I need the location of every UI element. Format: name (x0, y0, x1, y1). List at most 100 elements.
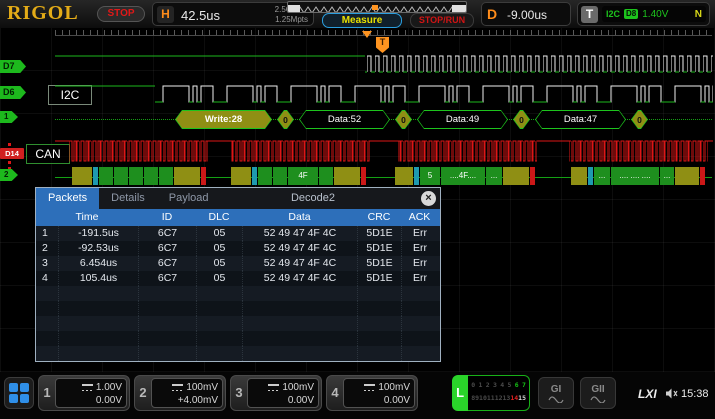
close-icon[interactable]: × (421, 191, 436, 206)
packet-row-1[interactable]: 1-191.5us6C70552 49 47 4F 4C5D1EErr (36, 226, 440, 241)
i2c-segment-ack: 0 (631, 110, 648, 129)
waveform-overview-strip[interactable] (287, 1, 467, 13)
tab-packets[interactable]: Packets (36, 188, 99, 209)
delay-settings: D -9.00us (481, 2, 571, 26)
dc-coupling-icon (268, 384, 279, 391)
la-digit-10: 10 (479, 392, 487, 405)
decode1-bus-indicator[interactable]: 1 (0, 111, 18, 123)
oscilloscope-screen: RIGOL STOP H 42.5us 2.5GSa/s 1.25Mpts (0, 0, 715, 419)
la-digit-12: 12 (495, 392, 503, 405)
la-digit-13: 13 (503, 392, 511, 405)
generator-1-button[interactable]: GI (538, 377, 574, 409)
la-digit-6: 6 (515, 379, 519, 392)
generator-2-button[interactable]: GII (580, 377, 616, 409)
la-label: L (452, 375, 468, 411)
decode-table-title: Decode2 (186, 188, 440, 209)
gen1-label: GI (551, 384, 562, 395)
packet-row-3[interactable]: 36.454us6C70552 49 47 4F 4C5D1EErr (36, 256, 440, 271)
channel-2-readout: 100mV +4.00mV (151, 378, 223, 408)
i2c-segment-data: Data:47 (535, 110, 626, 129)
trigger-level: 1.40V (642, 9, 668, 20)
packet-row-empty (36, 346, 440, 361)
la-digit-5: 5 (508, 379, 512, 392)
measure-button[interactable]: Measure (322, 13, 402, 28)
la-digit-panel: 01234567 89101112131415 (468, 375, 530, 411)
channel-4-button[interactable]: 4 100mV 0.00V (326, 375, 418, 411)
channel-3-offset: 0.00V (250, 394, 314, 407)
trigger-position-marker[interactable] (362, 31, 372, 38)
logic-analyzer-button[interactable]: L 01234567 89101112131415 (452, 375, 530, 411)
can-frame-3: 5....4F....... (395, 167, 535, 185)
column-header-ack: ACK (401, 209, 438, 226)
packet-row-4[interactable]: 4105.4us6C70552 49 47 4F 4C5D1EErr (36, 271, 440, 286)
la-digit-3: 3 (493, 379, 497, 392)
packet-row-2[interactable]: 2-92.53us6C70552 49 47 4F 4C5D1EErr (36, 241, 440, 256)
grid-icon (9, 383, 29, 403)
channel-2-number: 2 (135, 376, 151, 410)
channel-4-readout: 100mV 0.00V (343, 378, 415, 408)
can-frame-1 (72, 167, 206, 185)
can-frame-2: 4F (231, 167, 366, 185)
tab-payload[interactable]: Payload (157, 188, 221, 209)
sine-wave-icon (548, 396, 564, 403)
clock: 15:38 (681, 388, 709, 400)
decode2-bus-indicator[interactable]: 2 (0, 169, 18, 181)
lxi-logo: LXI (638, 387, 657, 401)
dc-coupling-icon (364, 384, 375, 391)
d14-channel-badge[interactable]: D14 (0, 148, 24, 159)
i2c-segment-ack: 0 (395, 110, 412, 129)
channel-1-button[interactable]: 1 1.00V 0.00V (38, 375, 130, 411)
tab-details[interactable]: Details (99, 188, 157, 209)
decode-event-table: PacketsDetailsPayloadDecode2 × Time ID D… (35, 187, 441, 362)
d7-channel-flag[interactable]: D7 (0, 60, 26, 73)
i2c-segment-ack: 0 (513, 110, 530, 129)
stop-run-button[interactable]: STOP/RUN (410, 13, 474, 28)
trigger-readout: I2C D8 1.40V N (602, 6, 706, 22)
trigger-source-badge: D8 (624, 9, 638, 19)
dc-coupling-icon (82, 384, 93, 391)
channel-4-scale: 100mV (378, 381, 410, 394)
channel-2-scale: 100mV (186, 381, 218, 394)
packet-table-tabs: PacketsDetailsPayloadDecode2 × (36, 188, 440, 209)
horizontal-icon: H (157, 6, 174, 23)
channel-2-button[interactable]: 2 100mV +4.00mV (134, 375, 226, 411)
channel-3-scale: 100mV (282, 381, 314, 394)
overview-zigzag (288, 5, 466, 13)
bottom-status-bar: 1 1.00V 0.00V 2 100mV +4.00mV 3 100mV 0.… (0, 372, 715, 419)
column-header-crc: CRC (357, 209, 401, 226)
packet-row-empty (36, 331, 440, 346)
top-status-bar: RIGOL STOP H 42.5us 2.5GSa/s 1.25Mpts (0, 0, 715, 28)
la-digit-4: 4 (500, 379, 504, 392)
can-waveform (55, 137, 713, 167)
la-digit-0: 0 (471, 379, 475, 392)
la-digit-1: 1 (478, 379, 482, 392)
la-digit-11: 11 (487, 392, 495, 405)
waveform-display-area: T D7 D6 I2C (0, 28, 715, 372)
packet-row-empty (36, 286, 440, 301)
channel-3-button[interactable]: 3 100mV 0.00V (230, 375, 322, 411)
packet-table-rows: 1-191.5us6C70552 49 47 4F 4C5D1EErr2-92.… (36, 226, 440, 361)
delay-icon: D (487, 6, 497, 22)
column-header-id: ID (138, 209, 196, 226)
channel-2-offset: +4.00mV (154, 394, 218, 407)
menu-button[interactable] (4, 377, 34, 409)
d6-channel-flag[interactable]: D6 (0, 86, 26, 99)
timebase-value: 42.5us (181, 8, 220, 23)
packet-row-empty (36, 316, 440, 331)
run-state-badge: STOP (97, 6, 145, 22)
i2c-segment-data: Data:52 (299, 110, 390, 129)
channel-4-number: 4 (327, 376, 343, 410)
packet-table-header: Time ID DLC Data CRC ACK (36, 209, 440, 226)
column-header-time: Time (36, 209, 138, 226)
trigger-type: I2C (606, 9, 620, 19)
speaker-muted-icon (665, 387, 678, 400)
rigol-logo: RIGOL (7, 2, 79, 25)
channel-1-offset: 0.00V (58, 394, 122, 407)
channel-3-number: 3 (231, 376, 247, 410)
gen2-label: GII (591, 384, 604, 395)
packet-row-empty (36, 301, 440, 316)
channel-1-number: 1 (39, 376, 55, 410)
timebase-ruler (55, 30, 712, 36)
channel-1-readout: 1.00V 0.00V (55, 378, 127, 408)
column-header-data: Data (242, 209, 357, 226)
